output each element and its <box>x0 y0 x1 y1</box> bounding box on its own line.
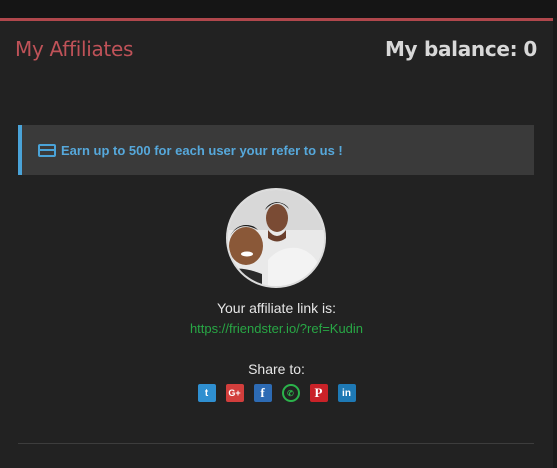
share-label: Share to: <box>248 361 305 377</box>
affiliates-panel: My Affiliates My balance: 0 Earn up to 50… <box>0 18 553 468</box>
avatar <box>226 188 326 288</box>
avatar-photo <box>228 190 324 286</box>
pinterest-icon[interactable]: P <box>309 384 328 402</box>
balance-display: My balance: 0 <box>385 37 537 61</box>
page-title: My Affiliates <box>15 37 134 61</box>
affiliate-link[interactable]: https://friendster.io/?ref=Kudin <box>0 321 553 336</box>
facebook-icon[interactable]: f <box>253 384 272 402</box>
whatsapp-icon[interactable]: ✆ <box>281 384 300 402</box>
info-alert: Earn up to 500 for each user your refer … <box>18 125 534 175</box>
balance-value: 0 <box>523 37 537 61</box>
balance-label: My balance: <box>384 37 518 61</box>
google-plus-icon[interactable]: G+ <box>225 384 244 402</box>
twitter-icon[interactable]: t <box>197 384 216 402</box>
linkedin-icon[interactable]: in <box>337 384 356 402</box>
divider <box>18 443 534 444</box>
alert-text: Earn up to 500 for each user your refer … <box>61 142 343 158</box>
top-bar <box>0 0 557 18</box>
affiliate-link-label: Your affiliate link is: <box>216 300 337 316</box>
share-icons: t G+ f ✆ P in <box>0 384 553 402</box>
credit-card-icon <box>38 143 56 157</box>
